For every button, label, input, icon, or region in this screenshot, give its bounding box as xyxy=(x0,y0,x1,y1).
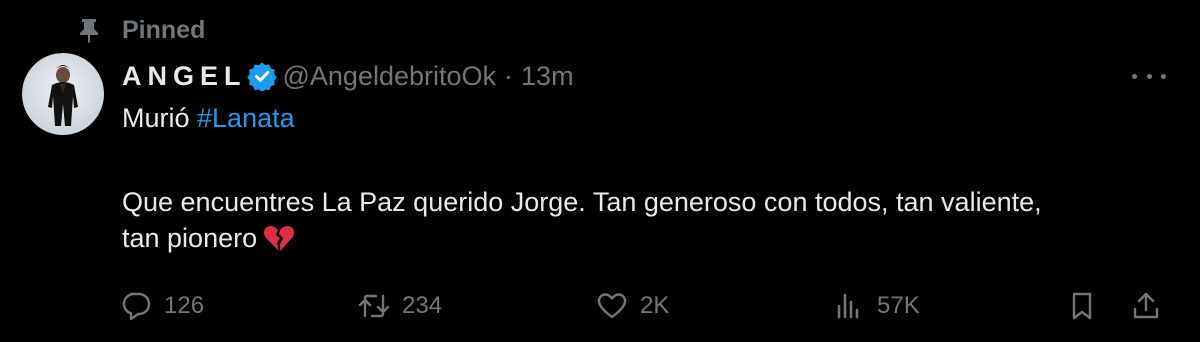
share-button[interactable] xyxy=(1130,286,1162,326)
tweet-text-segment: tan pionero xyxy=(122,223,258,253)
pinned-label: Pinned xyxy=(122,15,206,44)
tweet-text-segment: Murió xyxy=(122,103,198,133)
like-count: 2K xyxy=(640,292,670,319)
pin-icon xyxy=(78,17,100,43)
tweet-actions: 126 234 2K 57K xyxy=(120,286,1180,326)
more-options-icon[interactable] xyxy=(1132,64,1166,88)
display-name[interactable]: ANGEL xyxy=(122,61,247,92)
pinned-row: Pinned xyxy=(78,14,205,46)
like-button[interactable]: 2K xyxy=(596,286,669,326)
broken-heart-icon xyxy=(263,223,295,253)
share-icon xyxy=(1133,292,1159,319)
reply-icon xyxy=(122,292,151,321)
tweet-line-2: Que encuentres La Paz querido Jorge. Tan… xyxy=(122,187,1042,217)
analytics-icon xyxy=(837,293,859,319)
retweet-count: 234 xyxy=(402,292,443,319)
tweet-text: Murió #Lanata Que encuentres La Paz quer… xyxy=(122,100,1182,256)
views-count: 57K xyxy=(877,292,920,319)
verified-badge-icon[interactable] xyxy=(246,61,277,93)
tweet-line-3: tan pionero xyxy=(122,220,1182,256)
retweet-button[interactable]: 234 xyxy=(358,286,442,326)
heart-icon xyxy=(597,293,627,319)
reply-button[interactable]: 126 xyxy=(120,286,204,326)
timestamp[interactable]: 13m xyxy=(521,61,574,92)
avatar[interactable] xyxy=(22,53,104,135)
user-handle[interactable]: @AngeldebritoOk xyxy=(283,61,497,92)
separator-dot: · xyxy=(504,60,514,91)
bookmark-button[interactable] xyxy=(1066,286,1098,326)
tweet-header: ANGEL @AngeldebritoOk · 13m xyxy=(122,57,574,95)
tweet-line-1: Murió #Lanata xyxy=(122,100,1182,136)
hashtag-link[interactable]: #Lanata xyxy=(197,103,295,133)
views-button[interactable]: 57K xyxy=(833,286,920,326)
bookmark-icon xyxy=(1072,292,1092,320)
retweet-icon xyxy=(358,294,390,318)
reply-count: 126 xyxy=(164,292,205,319)
